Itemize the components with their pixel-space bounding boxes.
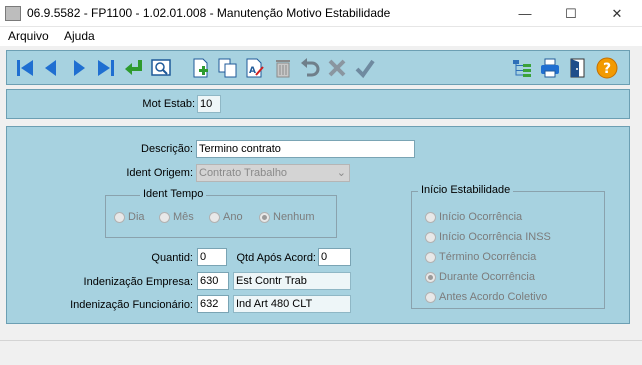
radio-antes-acordo-coletivo[interactable]: Antes Acordo Coletivo <box>425 291 547 303</box>
inicio-estabilidade-group: Início Estabilidade Início Ocorrência In… <box>411 184 605 309</box>
radio-nenhum-label: Nenhum <box>273 211 315 223</box>
mot-estab-label: Mot Estab: <box>142 98 195 110</box>
close-button[interactable]: ✕ <box>594 0 640 27</box>
undo-icon[interactable] <box>298 56 322 80</box>
menu-arquivo[interactable]: Arquivo <box>8 29 49 43</box>
radio-mes-dot <box>159 211 170 223</box>
radio-dia-dot <box>114 211 125 223</box>
app-icon <box>5 6 21 21</box>
radio-ano-dot <box>209 211 220 223</box>
radio-inicio-ocorrencia-inss-dot <box>425 231 436 243</box>
indenizacao-empresa-desc: Est Contr Trab <box>233 272 351 290</box>
quantid-field[interactable]: 0 <box>197 248 227 266</box>
radio-inicio-ocorrencia-inss[interactable]: Início Ocorrência INSS <box>425 231 551 243</box>
print-icon[interactable] <box>538 56 562 80</box>
indenizacao-funcionario-code[interactable]: 632 <box>197 295 229 313</box>
header-panel: Mot Estab: 10 <box>6 89 630 119</box>
radio-durante-ocorrencia-dot <box>425 271 436 283</box>
tree-icon[interactable] <box>510 56 534 80</box>
menu-bar: Arquivo Ajuda <box>0 27 642 46</box>
window-title: 06.9.5582 - FP1100 - 1.02.01.008 - Manut… <box>27 6 391 20</box>
svg-text:A: A <box>249 66 256 76</box>
enter-icon[interactable] <box>122 56 146 80</box>
title-bar: 06.9.5582 - FP1100 - 1.02.01.008 - Manut… <box>0 0 642 27</box>
search-icon[interactable] <box>149 56 173 80</box>
descricao-field[interactable]: Termino contrato <box>196 140 415 158</box>
indenizacao-empresa-label: Indenização Empresa: <box>83 276 193 288</box>
radio-ano-label: Ano <box>223 211 243 223</box>
radio-nenhum[interactable]: Nenhum <box>259 211 315 223</box>
delete-icon[interactable] <box>271 56 295 80</box>
radio-durante-ocorrencia[interactable]: Durante Ocorrência <box>425 271 535 283</box>
radio-inicio-ocorrencia-dot <box>425 211 436 223</box>
radio-dia[interactable]: Dia <box>114 211 145 223</box>
indenizacao-funcionario-desc: Ind Art 480 CLT <box>233 295 351 313</box>
mot-estab-field[interactable]: 10 <box>197 95 221 113</box>
maximize-button[interactable]: ☐ <box>548 0 594 27</box>
ident-origem-select[interactable]: Contrato Trabalho ⌄ <box>196 164 350 182</box>
new-record-icon[interactable] <box>189 56 213 80</box>
radio-antes-acordo-coletivo-dot <box>425 291 436 303</box>
descricao-label: Descrição: <box>141 143 193 155</box>
previous-record-icon[interactable] <box>39 56 63 80</box>
last-record-icon[interactable] <box>94 56 118 80</box>
radio-mes[interactable]: Mês <box>159 211 194 223</box>
radio-mes-label: Mês <box>173 211 194 223</box>
ident-origem-value: Contrato Trabalho <box>199 167 288 179</box>
copy-icon[interactable] <box>216 56 240 80</box>
radio-nenhum-dot <box>259 211 270 223</box>
radio-durante-ocorrencia-label: Durante Ocorrência <box>439 271 535 283</box>
qtd-apos-acord-label: Qtd Após Acord: <box>236 252 317 264</box>
menu-ajuda[interactable]: Ajuda <box>64 29 95 43</box>
radio-inicio-ocorrencia-label: Início Ocorrência <box>439 211 523 223</box>
cancel-icon[interactable] <box>325 56 349 80</box>
minimize-button[interactable]: — <box>502 0 548 27</box>
radio-antes-acordo-coletivo-label: Antes Acordo Coletivo <box>439 291 548 303</box>
form-panel: Descrição: Termino contrato Ident Origem… <box>6 126 630 324</box>
qtd-apos-acord-field[interactable]: 0 <box>318 248 351 266</box>
radio-inicio-ocorrencia[interactable]: Início Ocorrência <box>425 211 522 223</box>
confirm-icon[interactable] <box>353 56 377 80</box>
radio-termino-ocorrencia-label: Término Ocorrência <box>439 251 537 263</box>
status-bar <box>0 340 642 365</box>
ident-tempo-group: Ident Tempo Dia Mês Ano Nenhum <box>105 188 337 238</box>
chevron-down-icon: ⌄ <box>336 167 346 179</box>
quantid-label: Quantid: <box>151 252 193 264</box>
radio-termino-ocorrencia[interactable]: Término Ocorrência <box>425 251 536 263</box>
radio-dia-label: Dia <box>128 211 145 223</box>
edit-icon[interactable]: A <box>243 56 267 80</box>
radio-ano[interactable]: Ano <box>209 211 243 223</box>
next-record-icon[interactable] <box>67 56 91 80</box>
toolbar: A ? <box>6 50 630 85</box>
inicio-estabilidade-title: Início Estabilidade <box>418 184 514 196</box>
svg-text:?: ? <box>603 61 611 77</box>
indenizacao-funcionario-label: Indenização Funcionário: <box>70 299 193 311</box>
help-icon[interactable]: ? <box>595 56 619 80</box>
exit-icon[interactable] <box>566 56 590 80</box>
ident-origem-label: Ident Origem: <box>126 167 193 179</box>
ident-tempo-title: Ident Tempo <box>140 188 207 200</box>
indenizacao-empresa-code[interactable]: 630 <box>197 272 229 290</box>
radio-termino-ocorrencia-dot <box>425 251 436 263</box>
first-record-icon[interactable] <box>13 56 37 80</box>
radio-inicio-ocorrencia-inss-label: Início Ocorrência INSS <box>439 231 551 243</box>
